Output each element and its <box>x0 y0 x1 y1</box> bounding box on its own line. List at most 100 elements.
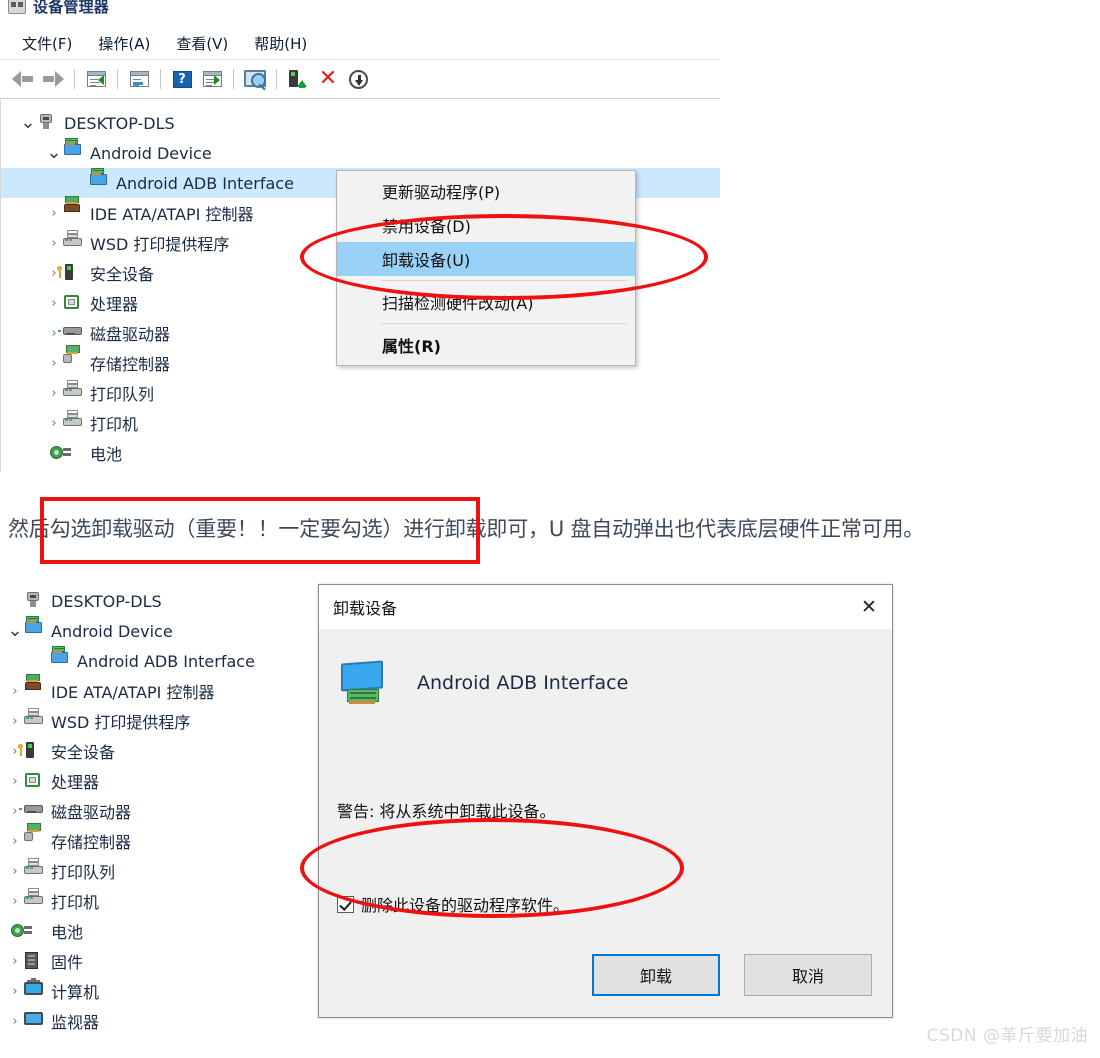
paragraph-after: 进行卸载即可，U 盘自动弹出也代表底层硬件正常可用。 <box>403 517 925 541</box>
chevron-right-icon[interactable]: › <box>45 356 63 371</box>
chevron-right-icon[interactable]: › <box>6 864 24 879</box>
firmware-icon <box>24 952 44 970</box>
tree-item-label: 磁盘驱动器 <box>51 803 132 822</box>
chevron-right-icon[interactable]: › <box>6 834 24 849</box>
security-device-icon <box>57 264 83 282</box>
computer-root-icon <box>24 592 44 610</box>
dialog-button-row: 卸载 取消 <box>592 954 872 996</box>
menu-action[interactable]: 操作(A) <box>98 33 150 54</box>
uninstall-device-icon[interactable]: ✕ <box>313 64 343 94</box>
tree-item[interactable]: ›电池 <box>1 438 720 468</box>
scan-hardware-icon[interactable] <box>197 64 227 94</box>
network-adapter-icon <box>63 138 83 162</box>
chevron-down-icon[interactable]: ⌄ <box>6 622 24 640</box>
printer-icon <box>63 230 83 252</box>
tree-item[interactable]: › 打印机 <box>1 408 720 438</box>
cancel-button[interactable]: 取消 <box>744 954 872 996</box>
tree-item[interactable]: ⌄ DESKTOP-DLS <box>1 108 720 138</box>
tree-item[interactable]: ⌄ Android Device <box>0 616 320 646</box>
menu-file[interactable]: 文件(F) <box>22 33 72 54</box>
tree-item-label: Android ADB Interface <box>116 173 294 193</box>
tree-item[interactable]: › IDE ATA/ATAPI 控制器 <box>0 674 320 706</box>
annotation-rect-paragraph <box>40 497 480 564</box>
help-icon[interactable]: ? <box>167 64 197 94</box>
monitor-icon <box>24 1012 44 1030</box>
tree-item[interactable]: Android ADB Interface <box>0 646 320 676</box>
tree-item-label: IDE ATA/ATAPI 控制器 <box>51 683 215 702</box>
chevron-right-icon[interactable]: › <box>45 206 63 221</box>
tree-item[interactable]: ⌄ Android Device <box>1 138 720 168</box>
chevron-right-icon[interactable]: › <box>6 894 24 909</box>
tree-item[interactable]: › 固件 <box>0 946 320 976</box>
tree-item[interactable]: › 计算机 <box>0 976 320 1006</box>
uninstall-button[interactable]: 卸载 <box>592 954 720 996</box>
tree-item-label: 处理器 <box>90 295 139 314</box>
tree-item-label: 监视器 <box>51 1013 100 1032</box>
toolbar-separator <box>276 69 277 89</box>
tree-item[interactable]: › 安全设备 <box>0 736 320 766</box>
printer-icon <box>63 380 83 402</box>
computer-icon <box>24 978 44 1000</box>
printer-icon <box>24 858 44 880</box>
display-icon[interactable] <box>240 64 270 94</box>
ide-controller-icon <box>24 674 44 700</box>
network-adapter-icon <box>50 646 70 670</box>
dialog-title-text: 卸载设备 <box>333 599 398 618</box>
tree-item-label: 打印机 <box>51 893 100 912</box>
tree-item[interactable]: › WSD 打印提供程序 <box>0 706 320 736</box>
menu-help[interactable]: 帮助(H) <box>254 33 307 54</box>
tree-item[interactable]: › 磁盘驱动器 <box>0 796 320 826</box>
computer-root-icon <box>37 114 57 132</box>
chevron-right-icon[interactable]: › <box>45 386 63 401</box>
disable-device-icon[interactable] <box>343 64 373 94</box>
tree-item[interactable]: ›电池 <box>0 916 320 946</box>
chevron-right-icon[interactable]: › <box>6 714 24 729</box>
device-tree-bottom[interactable]: DESKTOP-DLS ⌄ Android Device Android ADB In… <box>0 582 320 1036</box>
chevron-right-icon[interactable]: › <box>6 804 24 819</box>
properties-icon[interactable] <box>124 64 154 94</box>
tree-item-label: 安全设备 <box>51 743 116 762</box>
tree-item[interactable]: › 打印机 <box>0 886 320 916</box>
chevron-right-icon[interactable]: › <box>45 416 63 431</box>
chevron-down-icon[interactable]: ⌄ <box>45 144 63 162</box>
show-hide-console-tree-icon[interactable] <box>81 64 111 94</box>
context-menu-item-label: 属性(R) <box>382 337 441 356</box>
tree-item[interactable]: › 处理器 <box>0 766 320 796</box>
chevron-right-icon[interactable]: › <box>6 684 24 699</box>
tree-item[interactable]: › 打印队列 <box>0 856 320 886</box>
battery-icon <box>11 922 44 940</box>
tree-item-label: 计算机 <box>51 983 100 1002</box>
context-menu-item[interactable]: 属性(R) <box>337 328 635 362</box>
tree-item[interactable]: DESKTOP-DLS <box>0 586 320 616</box>
chevron-right-icon[interactable]: › <box>6 984 24 999</box>
chevron-down-icon[interactable]: ⌄ <box>19 114 37 132</box>
chevron-right-icon[interactable]: › <box>6 774 24 789</box>
chevron-right-icon[interactable]: › <box>6 1014 24 1029</box>
device-manager-icon <box>8 0 26 14</box>
update-driver-icon[interactable] <box>283 64 313 94</box>
chevron-right-icon[interactable]: › <box>6 954 24 969</box>
menu-view[interactable]: 查看(V) <box>176 33 228 54</box>
chevron-right-icon[interactable]: › <box>45 296 63 311</box>
back-arrow-icon[interactable] <box>8 64 38 94</box>
device-summary-row: Android ADB Interface <box>337 660 628 704</box>
ide-controller-icon <box>63 196 83 222</box>
uninstall-device-dialog[interactable]: 卸载设备 ✕ Android ADB Interface 警告: 将从系统中卸载… <box>318 584 893 1018</box>
tree-item-label: 存储控制器 <box>51 833 132 852</box>
close-icon[interactable]: ✕ <box>846 585 892 629</box>
chevron-right-icon[interactable]: › <box>45 236 63 251</box>
tree-item[interactable]: › 存储控制器 <box>0 823 320 856</box>
tree-item[interactable]: › 监视器 <box>0 1006 320 1036</box>
window-title-text: 设备管理器 <box>33 0 110 16</box>
tree-item-label: Android Device <box>90 143 212 163</box>
tree-item[interactable]: › 打印队列 <box>1 378 720 408</box>
toolbar-separator <box>160 69 161 89</box>
security-device-icon <box>18 742 44 760</box>
toolbar-separator <box>74 69 75 89</box>
forward-arrow-icon[interactable] <box>38 64 68 94</box>
disk-drive-icon <box>19 802 44 820</box>
chevron-right-icon[interactable]: › <box>45 326 63 341</box>
printer-icon <box>63 410 83 432</box>
context-menu-item[interactable]: 更新驱动程序(P) <box>337 174 635 208</box>
tree-item-label: 打印队列 <box>90 385 155 404</box>
